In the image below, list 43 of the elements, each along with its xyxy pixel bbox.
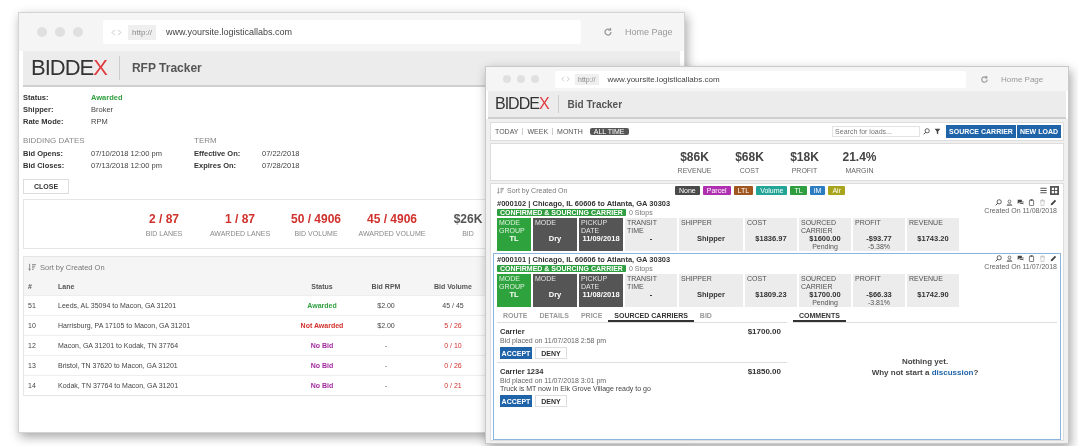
empty-message: Nothing yet. (901, 356, 949, 366)
stat-value: 45 / 4906 (366, 211, 417, 226)
sort-icon[interactable] (497, 187, 504, 194)
page-title: RFP Tracker (131, 61, 202, 75)
stat-value: 1 / 87 (225, 211, 255, 226)
load-card[interactable] (493, 253, 1061, 440)
clipboard-icon[interactable] (1028, 255, 1035, 262)
person-icon[interactable] (1006, 199, 1013, 206)
person-icon[interactable] (1006, 255, 1013, 262)
clipboard-icon[interactable] (1028, 199, 1035, 206)
logo: BIDDEX (495, 95, 549, 113)
chat-icon[interactable] (1017, 255, 1024, 262)
pencil-icon[interactable] (1050, 199, 1057, 206)
reload-icon[interactable] (980, 74, 989, 84)
bid-amount: $1850.00 (747, 367, 782, 378)
discussion-link[interactable]: discussion (931, 367, 974, 377)
bid-amount: $1700.00 (747, 327, 782, 338)
section-heading: BIDDING DATES (23, 136, 86, 145)
stat-value: $68K (735, 150, 764, 164)
logo: BIDDEX (31, 55, 107, 81)
stat-value: $86K (680, 150, 709, 164)
url-prefix: http:// (128, 24, 156, 40)
search-icon[interactable] (995, 199, 1002, 206)
address-bar[interactable]: http:// www.yoursite.logisticallabs.com (103, 20, 581, 44)
stat-value: $26K (453, 211, 483, 226)
list-view-icon[interactable] (1039, 186, 1048, 195)
reload-icon[interactable] (603, 27, 613, 37)
filter-icon[interactable] (934, 128, 942, 135)
empty-prompt: Why not start a discussion? (871, 367, 979, 377)
chat-icon[interactable] (1017, 199, 1024, 206)
stat-value: 21.4% (842, 150, 877, 164)
stat-value: $18K (790, 150, 819, 164)
url-text: www.yoursite.logisticallabs.com (166, 27, 293, 37)
stat-value: 2 / 87 (149, 211, 179, 226)
sort-icon[interactable] (28, 263, 36, 271)
page-title: Bid Tracker (567, 98, 623, 110)
search-icon[interactable] (923, 128, 931, 135)
pencil-icon[interactable] (1050, 255, 1057, 262)
stat-value: 50 / 4906 (290, 211, 341, 226)
url-text: www.yoursite.logisticallabs.com (607, 74, 720, 84)
section-heading: TERM (194, 136, 218, 145)
grid-view-icon[interactable] (1050, 186, 1059, 195)
search-icon[interactable] (995, 255, 1002, 262)
